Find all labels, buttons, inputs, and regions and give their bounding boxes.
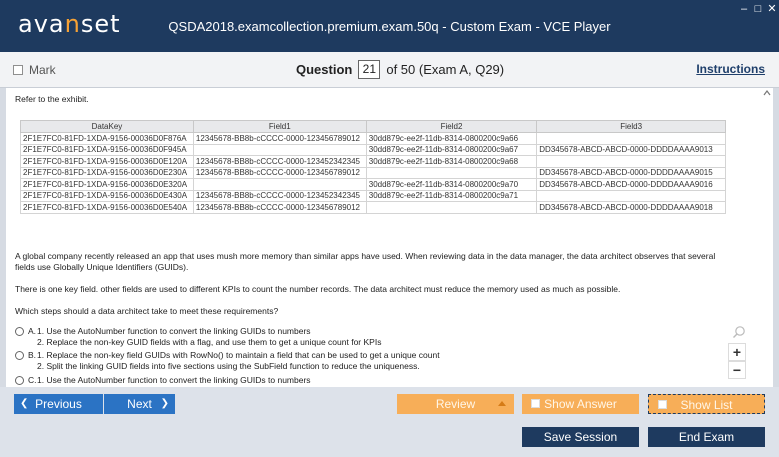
table-cell	[192, 178, 367, 191]
table-cell	[536, 189, 726, 202]
checkbox-icon	[658, 400, 667, 409]
table-cell: DD345678-ABCD-ABCD-0000-DDDDAAAA9018	[536, 201, 726, 214]
radio-button[interactable]	[15, 327, 24, 336]
arrow-up-icon	[498, 401, 506, 406]
option-line: 1. Use the AutoNumber function to conver…	[37, 375, 311, 385]
table-cell: DD345678-ABCD-ABCD-0000-DDDDAAAA9016	[536, 178, 726, 191]
table-row: 2F1E7FC0-81FD-1XDA-9156-00036D0E430A 123…	[20, 189, 726, 202]
option-text: 1. Replace the non-key field GUIDs with …	[37, 350, 440, 372]
option-line: 1. Replace the non-key field GUIDs with …	[37, 350, 440, 360]
question-header: Mark Question 21 of 50 (Exam A, Q29) Ins…	[0, 52, 779, 88]
table-row: 2F1E7FC0-81FD-1XDA-9156-00036D0E230A 123…	[20, 166, 726, 179]
end-exam-button[interactable]: End Exam	[648, 427, 765, 447]
table-cell: 12345678-BB8b-cCCCC-0000-123452342345	[192, 155, 367, 168]
show-list-button[interactable]: Show List	[648, 394, 765, 414]
question-text-line: fields use Globally Unique Identifiers (…	[15, 262, 189, 272]
table-cell	[365, 201, 538, 214]
table-cell	[536, 132, 726, 145]
table-header: Field2	[365, 120, 538, 133]
scroll-up-icon[interactable]	[761, 88, 773, 98]
radio-button[interactable]	[15, 351, 24, 360]
previous-button[interactable]: ❮ Previous	[14, 394, 103, 414]
mark-label: Mark	[29, 63, 56, 77]
option-text: 1. Use the AutoNumber function to conver…	[37, 326, 381, 348]
table-cell: 2F1E7FC0-81FD-1XDA-9156-00036D0E320A	[20, 178, 194, 191]
table-cell: DD345678-ABCD-ABCD-0000-DDDDAAAA9013	[536, 143, 726, 156]
question-label: Question	[296, 62, 353, 77]
table-cell: 30dd879c-ee2f-11db-8314-0800200c9a67	[365, 143, 538, 156]
option-line: 1. Use the AutoNumber function to conver…	[37, 326, 311, 336]
question-text: There is one key field. other fields are…	[15, 284, 621, 294]
option-letter: C.	[28, 375, 37, 385]
review-button[interactable]: Review	[397, 394, 514, 414]
table-cell: 2F1E7FC0-81FD-1XDA-9156-00036D0E120A	[20, 155, 194, 168]
minimize-button[interactable]: –	[737, 3, 751, 15]
exhibit-table: DataKey Field1 Field2 Field3 2F1E7FC0-81…	[20, 120, 726, 214]
show-answer-button[interactable]: Show Answer	[522, 394, 639, 414]
mark-checkbox[interactable]: Mark	[13, 63, 56, 77]
chevron-left-icon: ❮	[20, 398, 29, 409]
option-line: 2. Replace the non-key GUID fields with …	[37, 337, 382, 347]
table-cell: 2F1E7FC0-81FD-1XDA-9156-00036D0F945A	[20, 143, 194, 156]
option-letter: A.	[28, 326, 37, 336]
table-cell: 2F1E7FC0-81FD-1XDA-9156-00036D0E430A	[20, 189, 194, 202]
table-cell: 2F1E7FC0-81FD-1XDA-9156-00036D0F876A	[20, 132, 194, 145]
table-cell: 12345678-BB8b-cCCCC-0000-123456789012	[192, 132, 367, 145]
table-cell: 30dd879c-ee2f-11db-8314-0800200c9a66	[365, 132, 538, 145]
question-prompt: Which steps should a data architect take…	[15, 306, 279, 316]
checkbox-icon	[531, 399, 540, 408]
search-icon[interactable]	[732, 325, 746, 339]
table-cell: 30dd879c-ee2f-11db-8314-0800200c9a70	[365, 178, 538, 191]
checkbox-icon[interactable]	[13, 65, 23, 75]
question-content: Refer to the exhibit. DataKey Field1 Fie…	[6, 88, 773, 387]
save-session-button[interactable]: Save Session	[522, 427, 639, 447]
show-answer-label: Show Answer	[544, 397, 617, 411]
question-of-label: of 50 (Exam A, Q29)	[386, 62, 505, 77]
radio-button[interactable]	[15, 376, 24, 385]
maximize-button[interactable]: □	[751, 3, 765, 15]
title-bar: avanset QSDA2018.examcollection.premium.…	[0, 0, 779, 52]
table-row: 2F1E7FC0-81FD-1XDA-9156-00036D0F876A 123…	[20, 132, 726, 145]
table-header: Field3	[536, 120, 726, 133]
exhibit-intro: Refer to the exhibit.	[15, 94, 89, 104]
question-counter: Question 21 of 50 (Exam A, Q29)	[296, 60, 504, 79]
table-header: DataKey	[20, 120, 194, 133]
option-line: 2. Split the linking GUID fields into fi…	[37, 361, 420, 371]
option-text: 1. Use the AutoNumber function to conver…	[37, 375, 311, 386]
previous-label: Previous	[35, 397, 82, 411]
table-cell: 2F1E7FC0-81FD-1XDA-9156-00036D0E540A	[20, 201, 194, 214]
instructions-link[interactable]: Instructions	[696, 62, 765, 76]
table-cell: DD345678-ABCD-ABCD-0000-DDDDAAAA9015	[536, 166, 726, 179]
table-header: Field1	[192, 120, 367, 133]
review-label: Review	[435, 397, 476, 411]
table-cell: 12345678-BB8b-cCCCC-0000-123456789012	[192, 201, 367, 214]
question-text-line: A global company recently released an ap…	[15, 251, 716, 261]
table-cell	[365, 166, 538, 179]
table-cell	[536, 155, 726, 168]
table-cell: 12345678-BB8b-cCCCC-0000-123452342345	[192, 189, 367, 202]
chevron-right-icon: ❯	[160, 398, 169, 409]
table-cell: 30dd879c-ee2f-11db-8314-0800200c9a71	[365, 189, 538, 202]
table-row: 2F1E7FC0-81FD-1XDA-9156-00036D0E120A 123…	[20, 155, 726, 168]
window-title: QSDA2018.examcollection.premium.exam.50q…	[168, 19, 611, 34]
option-letter: B.	[28, 350, 37, 360]
table-row: 2F1E7FC0-81FD-1XDA-9156-00036D0E540A 123…	[20, 201, 726, 214]
table-header-row: DataKey Field1 Field2 Field3	[20, 120, 726, 133]
table-cell	[192, 143, 367, 156]
next-button[interactable]: Next ❯	[104, 394, 175, 414]
close-button[interactable]: ✕	[765, 3, 779, 15]
bottom-toolbar: ❮ Previous Next ❯ Review Show Answer Sho…	[0, 387, 779, 457]
next-label: Next	[127, 397, 152, 411]
zoom-in-button[interactable]: +	[728, 343, 746, 361]
table-cell: 2F1E7FC0-81FD-1XDA-9156-00036D0E230A	[20, 166, 194, 179]
show-list-label: Show List	[680, 398, 733, 412]
table-row: 2F1E7FC0-81FD-1XDA-9156-00036D0E320A 30d…	[20, 178, 726, 191]
table-cell: 12345678-BB8b-cCCCC-0000-123456789012	[192, 166, 367, 179]
question-number-input[interactable]: 21	[358, 60, 381, 79]
zoom-out-button[interactable]: −	[728, 361, 746, 379]
table-cell: 30dd879c-ee2f-11db-8314-0800200c9a68	[365, 155, 538, 168]
table-row: 2F1E7FC0-81FD-1XDA-9156-00036D0F945A 30d…	[20, 143, 726, 156]
